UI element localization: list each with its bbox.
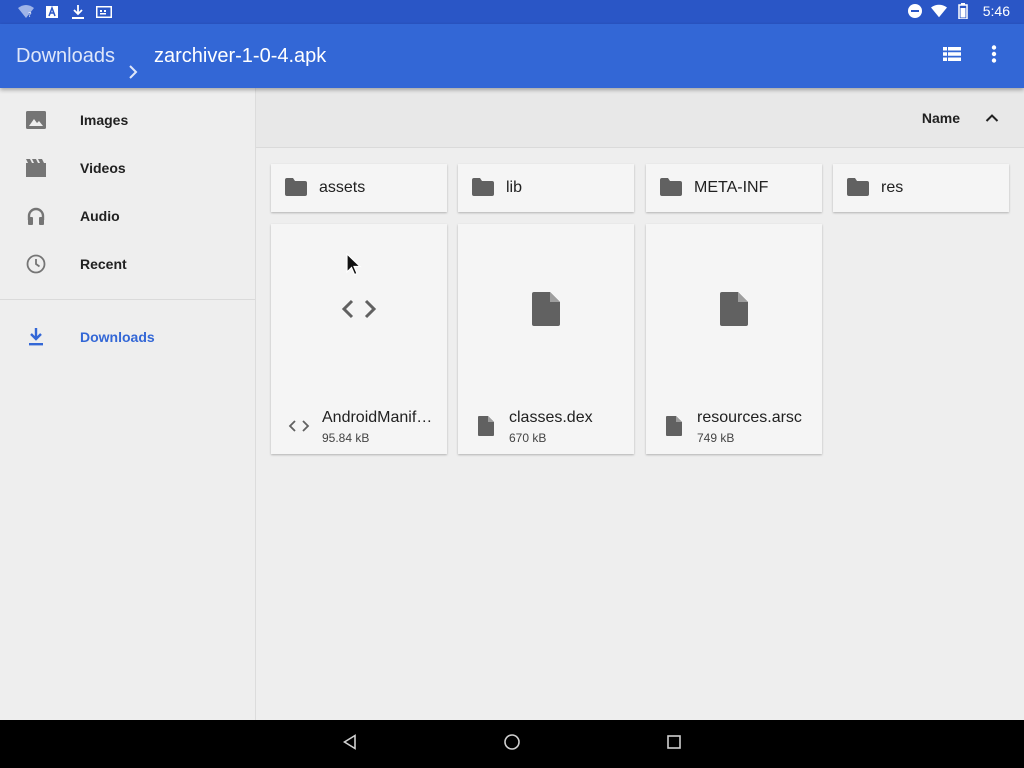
file-icon [720,291,748,331]
system-nav-bar [0,720,1024,768]
folder-card[interactable]: lib [458,164,634,212]
recents-icon [666,734,682,755]
headphones-icon [24,204,48,228]
folder-icon [847,178,869,198]
drawer-label-images: Images [80,112,129,128]
file-size: 95.84 kB [322,431,370,445]
drawer-item-images[interactable]: Images [0,96,255,144]
svg-text:?: ? [28,11,32,19]
file-name: AndroidManif… [322,409,433,426]
folder-icon [660,178,682,198]
folder-name: res [881,179,904,196]
drawer-divider [0,299,255,300]
chevron-right-icon [125,45,141,79]
font-a-icon [44,4,60,20]
drawer-item-audio[interactable]: Audio [0,192,255,240]
folder-card[interactable]: META-INF [646,164,822,212]
folder-card[interactable]: assets [271,164,447,212]
home-icon [503,733,521,756]
download-icon [70,4,86,20]
sort-by-name-button[interactable]: Name [922,110,960,126]
drawer-label-videos: Videos [80,160,126,176]
status-time: 5:46 [982,3,1010,19]
more-options-button[interactable] [978,40,1010,72]
code-icon [341,297,377,326]
clock-icon [24,252,48,276]
app-bar: Downloads zarchiver-1-0-4.apk [0,24,1024,88]
drawer-label-audio: Audio [80,208,120,224]
folder-icon [472,178,494,198]
battery-icon [955,3,971,19]
sort-ascending-icon[interactable] [980,106,1004,130]
drawer-label-downloads: Downloads [80,329,155,345]
breadcrumb-current[interactable]: zarchiver-1-0-4.apk [154,24,326,88]
movie-icon [24,156,48,180]
back-button[interactable] [338,732,362,756]
recents-button[interactable] [662,732,686,756]
file-size: 670 kB [509,431,547,445]
image-icon [24,108,48,132]
mouse-cursor-icon [346,252,362,277]
folder-card[interactable]: res [833,164,1009,212]
folder-icon [285,178,307,198]
drawer-item-downloads[interactable]: Downloads [0,313,255,361]
file-icon [532,291,560,331]
sort-bar: Name [256,88,1024,148]
status-bar: ? 5:46 [0,0,1024,24]
file-thumbnail [646,224,822,398]
folder-name: assets [319,179,366,196]
file-card[interactable]: resources.arsc 749 kB [646,224,822,454]
folder-name: META-INF [694,179,769,196]
file-icon [662,414,686,438]
navigation-drawer: Images Videos Audio Recent Downloads [0,88,256,720]
file-name: resources.arsc [697,409,802,426]
file-icon [474,414,498,438]
drawer-item-videos[interactable]: Videos [0,144,255,192]
file-thumbnail [271,224,447,398]
download-icon [24,325,48,349]
home-button[interactable] [500,732,524,756]
main-content: Name assets lib META-INF res AndroidMani… [256,88,1024,720]
code-icon [287,414,311,438]
file-thumbnail [458,224,634,398]
file-card[interactable]: classes.dex 670 kB [458,224,634,454]
back-icon [342,733,358,755]
keyboard-icon [96,4,112,20]
list-view-button[interactable] [936,40,968,72]
breadcrumb-root[interactable]: Downloads [16,24,115,88]
do-not-disturb-icon [907,3,923,19]
drawer-label-recent: Recent [80,256,127,272]
drawer-item-recent[interactable]: Recent [0,240,255,288]
wifi-icon [930,3,947,19]
file-name: classes.dex [509,409,593,426]
more-vert-icon [991,44,997,68]
folder-name: lib [506,179,523,196]
file-size: 749 kB [697,431,735,445]
wifi-question-icon: ? [18,4,34,20]
list-view-icon [943,46,961,66]
